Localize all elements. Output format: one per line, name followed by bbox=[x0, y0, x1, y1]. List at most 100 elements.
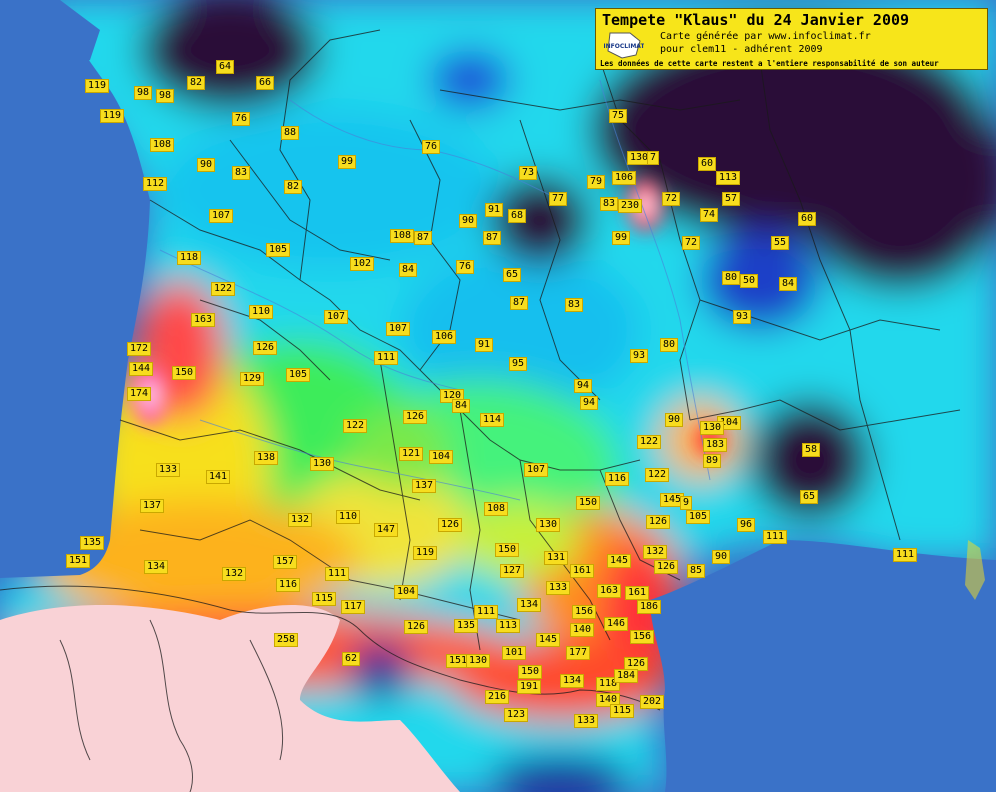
station-label: 118 bbox=[177, 251, 202, 265]
station-label: 135 bbox=[80, 536, 105, 550]
generated-by-line: Carte générée par www.infoclimat.fr bbox=[660, 31, 871, 42]
station-label: 130 bbox=[466, 654, 491, 668]
station-label: 84 bbox=[452, 399, 471, 413]
station-label: 150 bbox=[495, 543, 520, 557]
station-label: 107 bbox=[324, 310, 349, 324]
station-label: 150 bbox=[518, 665, 543, 679]
station-label: 119 bbox=[100, 109, 125, 123]
station-label: 115 bbox=[312, 592, 337, 606]
station-label: 107 bbox=[386, 322, 411, 336]
station-label: 88 bbox=[281, 126, 300, 140]
station-label: 87 bbox=[510, 296, 529, 310]
station-label: 130 bbox=[310, 457, 335, 471]
map-title: Tempete "Klaus" du 24 Janvier 2009 bbox=[602, 11, 910, 29]
station-label: 82 bbox=[187, 76, 206, 90]
station-label: 50 bbox=[740, 274, 759, 288]
station-label: 146 bbox=[604, 617, 629, 631]
station-label: 90 bbox=[665, 413, 684, 427]
station-label: 83 bbox=[565, 298, 584, 312]
station-label: 65 bbox=[503, 268, 522, 282]
station-label: 93 bbox=[733, 310, 752, 324]
station-label: 76 bbox=[456, 260, 475, 274]
station-label: 66 bbox=[256, 76, 275, 90]
station-label: 84 bbox=[779, 277, 798, 291]
station-label: 144 bbox=[129, 362, 154, 376]
station-label: 79 bbox=[587, 175, 606, 189]
station-label: 9 bbox=[680, 496, 693, 510]
station-label: 72 bbox=[662, 192, 681, 206]
station-label: 133 bbox=[546, 581, 571, 595]
station-label: 111 bbox=[374, 351, 399, 365]
station-label: 90 bbox=[712, 550, 731, 564]
station-label: 112 bbox=[143, 177, 168, 191]
station-label: 111 bbox=[325, 567, 350, 581]
station-label: 183 bbox=[703, 438, 728, 452]
station-label: 131 bbox=[544, 551, 569, 565]
station-label: 76 bbox=[232, 112, 251, 126]
station-label: 216 bbox=[485, 690, 510, 704]
station-label: 122 bbox=[343, 419, 368, 433]
station-label: 133 bbox=[574, 714, 599, 728]
station-label: 134 bbox=[517, 598, 542, 612]
station-label: 126 bbox=[654, 560, 679, 574]
station-label: 137 bbox=[140, 499, 165, 513]
station-label: 138 bbox=[254, 451, 279, 465]
svg-text:INFOCLIMAT: INFOCLIMAT bbox=[604, 43, 644, 50]
station-label: 104 bbox=[429, 450, 454, 464]
station-label: 85 bbox=[687, 564, 706, 578]
station-label: 107 bbox=[209, 209, 234, 223]
station-label: 105 bbox=[286, 368, 311, 382]
station-label: 80 bbox=[660, 338, 679, 352]
station-label: 115 bbox=[610, 704, 635, 718]
station-label: 99 bbox=[338, 155, 357, 169]
station-label: 116 bbox=[276, 578, 301, 592]
station-label: 82 bbox=[284, 180, 303, 194]
station-label: 117 bbox=[341, 600, 366, 614]
disclaimer-line: Les données de cette carte restent a l'e… bbox=[600, 59, 939, 68]
station-label: 172 bbox=[127, 342, 152, 356]
station-label: 157 bbox=[273, 555, 298, 569]
station-label: 65 bbox=[800, 490, 819, 504]
station-label: 122 bbox=[637, 435, 662, 449]
station-label: 132 bbox=[643, 545, 668, 559]
station-label: 151 bbox=[66, 554, 91, 568]
station-label: 130 bbox=[536, 518, 561, 532]
station-label: 119 bbox=[85, 79, 110, 93]
station-label: 127 bbox=[500, 564, 525, 578]
station-label: 58 bbox=[802, 443, 821, 457]
station-label: 74 bbox=[700, 208, 719, 222]
station-label: 111 bbox=[474, 605, 499, 619]
station-label: 104 bbox=[394, 585, 419, 599]
title-banner: Tempete "Klaus" du 24 Janvier 2009 INFOC… bbox=[595, 8, 988, 70]
station-label: 110 bbox=[336, 510, 361, 524]
station-label: 94 bbox=[574, 379, 593, 393]
station-label: 73 bbox=[519, 166, 538, 180]
wind-gust-map: Tempete "Klaus" du 24 Janvier 2009 INFOC… bbox=[0, 0, 996, 792]
station-label: 134 bbox=[144, 560, 169, 574]
station-label: 98 bbox=[134, 86, 153, 100]
station-label: 84 bbox=[399, 263, 418, 277]
station-label: 116 bbox=[605, 472, 630, 486]
station-label: 150 bbox=[172, 366, 197, 380]
station-label: 147 bbox=[374, 523, 399, 537]
station-label: 145 bbox=[607, 554, 632, 568]
station-label: 114 bbox=[480, 413, 505, 427]
station-label: 186 bbox=[637, 600, 662, 614]
station-label: 94 bbox=[580, 396, 599, 410]
station-label: 202 bbox=[640, 695, 665, 709]
station-label: 113 bbox=[716, 171, 741, 185]
station-label: 77 bbox=[549, 192, 568, 206]
station-label: 141 bbox=[206, 470, 231, 484]
station-label: 191 bbox=[517, 680, 542, 694]
station-label: 150 bbox=[576, 496, 601, 510]
station-label: 107 bbox=[524, 463, 549, 477]
station-label: 126 bbox=[253, 341, 278, 355]
station-label: 99 bbox=[612, 231, 631, 245]
station-label: 156 bbox=[630, 630, 655, 644]
station-label: 106 bbox=[612, 171, 637, 185]
station-label: 72 bbox=[682, 236, 701, 250]
station-label: 108 bbox=[390, 229, 415, 243]
station-label: 110 bbox=[249, 305, 274, 319]
station-label: 126 bbox=[438, 518, 463, 532]
station-label: 145 bbox=[536, 633, 561, 647]
